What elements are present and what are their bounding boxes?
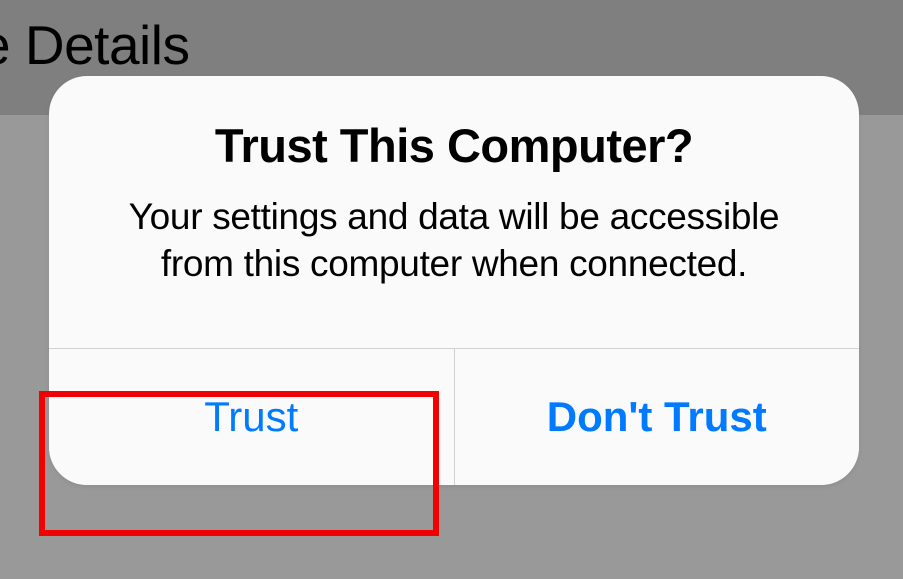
trust-computer-alert: Trust This Computer? Your settings and d… [49, 76, 859, 485]
background-page-title: e Details [0, 13, 189, 77]
trust-button-label: Trust [204, 393, 298, 441]
alert-title: Trust This Computer? [109, 118, 799, 173]
alert-button-row: Trust Don't Trust [49, 348, 859, 485]
dont-trust-button-label: Don't Trust [547, 393, 767, 441]
dont-trust-button[interactable]: Don't Trust [455, 349, 860, 485]
trust-button[interactable]: Trust [49, 349, 455, 485]
alert-message: Your settings and data will be accessibl… [109, 193, 799, 288]
alert-content: Trust This Computer? Your settings and d… [49, 76, 859, 348]
